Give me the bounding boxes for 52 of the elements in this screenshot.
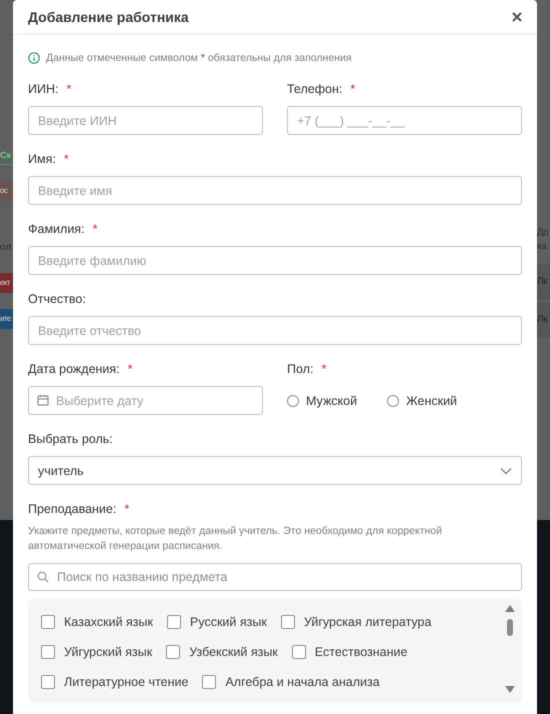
checkbox[interactable]	[280, 615, 295, 629]
checkbox-option[interactable]: Литературное чтение	[41, 674, 188, 690]
checkbox-option[interactable]: Уйгурская литература	[280, 614, 432, 630]
required-mark: *	[66, 81, 72, 97]
field-label: Преподавание:	[28, 501, 116, 517]
input-field[interactable]: Введите ИИН	[28, 106, 263, 135]
checkbox-option[interactable]: Алгебра и начала анализа	[202, 674, 380, 690]
radio-button[interactable]	[387, 394, 400, 406]
checkbox-option[interactable]: Естествознание	[292, 644, 408, 660]
input-field[interactable]: +7 (___) ___-__-__	[287, 106, 522, 135]
field-label: Пол:	[287, 361, 314, 377]
field-label: Фамилия:	[28, 221, 85, 237]
checkbox[interactable]	[41, 615, 55, 629]
radio-option[interactable]: Женский	[387, 394, 458, 408]
info-icon	[28, 52, 40, 64]
radio-button[interactable]	[287, 394, 299, 406]
checkbox-option[interactable]: Уйгурский язык	[41, 644, 152, 660]
checkbox-option[interactable]: Казахский язык	[41, 614, 153, 630]
required-mark: *	[128, 361, 133, 377]
close-icon[interactable]	[512, 12, 522, 22]
role-select[interactable]: учитель	[28, 456, 522, 485]
hint-text: Укажите предметы, которые ведёт данный учитель. Это необходимо для корректной автоматической генерации расписания.	[28, 524, 444, 554]
required-mark: *	[124, 501, 130, 517]
radio-option[interactable]: Мужской	[287, 394, 358, 408]
required-mark: *	[350, 81, 356, 97]
checkbox-option[interactable]: Русский язык	[167, 614, 267, 630]
checkbox[interactable]	[41, 675, 55, 689]
required-mark: *	[321, 361, 326, 377]
checkbox[interactable]	[202, 675, 216, 689]
input-field[interactable]: Введите фамилию	[28, 246, 522, 275]
required-mark: *	[92, 221, 98, 237]
required-mark: *	[64, 151, 69, 167]
field-label: ИИН:	[28, 81, 58, 97]
checkbox[interactable]	[41, 645, 55, 659]
field-label: Дата рождения:	[28, 361, 120, 377]
dialog-title: Добавление работника	[28, 9, 189, 25]
calendar-icon	[37, 394, 49, 406]
chevron-icon	[500, 466, 512, 474]
checkbox[interactable]	[166, 645, 180, 659]
search-field[interactable]: Поиск по названию предмета	[28, 563, 522, 591]
field-label: Отчество:	[28, 291, 86, 307]
search-icon	[37, 571, 49, 583]
field-label: Имя:	[28, 151, 56, 167]
checkbox[interactable]	[292, 645, 306, 659]
input-field[interactable]: Введите отчество	[28, 316, 522, 345]
required-notice: Данные отмеченные символом * обязательны для заполнения	[46, 52, 352, 64]
date-field[interactable]: Выберите дату	[28, 386, 263, 415]
checkbox-option[interactable]: Узбекский язык	[166, 644, 278, 660]
input-field[interactable]: Введите имя	[28, 176, 522, 205]
field-label: Телефон:	[287, 81, 342, 97]
field-label: Выбрать роль:	[28, 431, 113, 447]
checkbox[interactable]	[167, 615, 181, 629]
